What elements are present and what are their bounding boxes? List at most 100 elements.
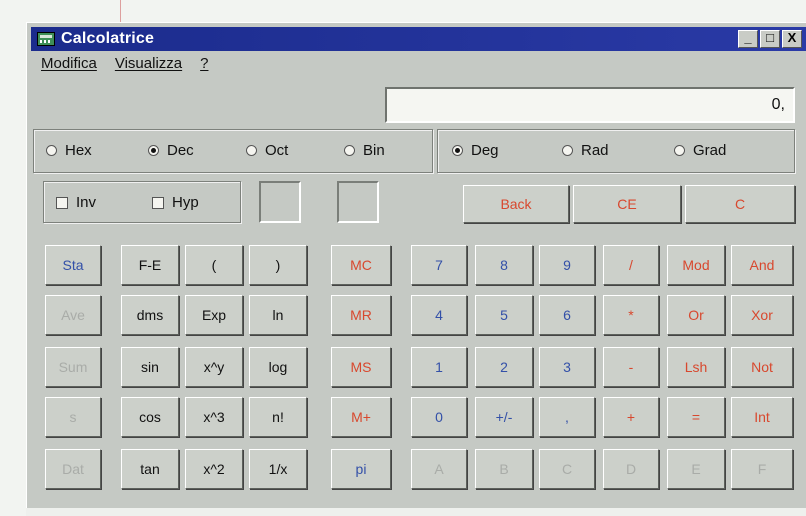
ave-button[interactable]: Ave — [45, 295, 101, 335]
mr-button[interactable]: MR — [331, 295, 391, 335]
radio-dec[interactable]: Dec — [148, 142, 194, 159]
checkbox-hyp-box — [152, 196, 164, 209]
pi-button[interactable]: pi — [331, 449, 391, 489]
radio-dec-label: Dec — [167, 142, 194, 159]
checkbox-hyp-label: Hyp — [172, 194, 199, 211]
radio-oct[interactable]: Oct — [246, 142, 288, 159]
maximize-button[interactable]: □ — [760, 30, 780, 48]
digit-2-button[interactable]: 2 — [475, 347, 533, 387]
int-button[interactable]: Int — [731, 397, 793, 437]
radio-dec-dot — [148, 145, 159, 156]
sta-button[interactable]: Sta — [45, 245, 101, 285]
angle-mode-group: Deg Rad Grad — [437, 129, 795, 173]
exp-button[interactable]: Exp — [185, 295, 243, 335]
close-paren-button[interactable]: ) — [249, 245, 307, 285]
radio-bin[interactable]: Bin — [344, 142, 385, 159]
sin-button[interactable]: sin — [121, 347, 179, 387]
add-button[interactable]: + — [603, 397, 659, 437]
or-button[interactable]: Or — [667, 295, 725, 335]
mc-button[interactable]: MC — [331, 245, 391, 285]
radio-deg-dot — [452, 145, 463, 156]
digit-1-button[interactable]: 1 — [411, 347, 467, 387]
digit-0-button[interactable]: 0 — [411, 397, 467, 437]
radio-oct-dot — [246, 145, 257, 156]
radio-deg-label: Deg — [471, 142, 499, 159]
power-button[interactable]: x^y — [185, 347, 243, 387]
log-button[interactable]: log — [249, 347, 307, 387]
menu-help[interactable]: ? — [200, 55, 208, 72]
menu-visualizza[interactable]: Visualizza — [115, 55, 182, 72]
radio-hex-label: Hex — [65, 142, 92, 159]
hex-e-button[interactable]: E — [667, 449, 725, 489]
radio-hex[interactable]: Hex — [46, 142, 92, 159]
radio-oct-label: Oct — [265, 142, 289, 159]
minimize-button[interactable]: _ — [738, 30, 758, 48]
cos-button[interactable]: cos — [121, 397, 179, 437]
cube-button[interactable]: x^3 — [185, 397, 243, 437]
m-plus-button[interactable]: M+ — [331, 397, 391, 437]
checkbox-inv-label: Inv — [76, 194, 97, 211]
c-button[interactable]: C — [685, 185, 795, 223]
radio-grad[interactable]: Grad — [674, 142, 726, 159]
back-button[interactable]: Back — [463, 185, 569, 223]
tan-button[interactable]: tan — [121, 449, 179, 489]
radio-bin-dot — [344, 145, 355, 156]
open-paren-button[interactable]: ( — [185, 245, 243, 285]
close-button[interactable]: X — [782, 30, 802, 48]
hex-b-button[interactable]: B — [475, 449, 533, 489]
calculator-icon — [37, 32, 55, 46]
number-system-group: Hex Dec Oct Bin — [33, 129, 433, 173]
digit-8-button[interactable]: 8 — [475, 245, 533, 285]
multiply-button[interactable]: * — [603, 295, 659, 335]
window-title: Calcolatrice — [61, 30, 155, 47]
not-button[interactable]: Not — [731, 347, 793, 387]
checkbox-hyp[interactable]: Hyp — [152, 194, 199, 211]
menu-modifica[interactable]: Modifica — [41, 55, 97, 72]
title-bar[interactable]: Calcolatrice _ □ X — [31, 27, 806, 51]
digit-9-button[interactable]: 9 — [539, 245, 595, 285]
radio-rad[interactable]: Rad — [562, 142, 609, 159]
digit-3-button[interactable]: 3 — [539, 347, 595, 387]
digit-6-button[interactable]: 6 — [539, 295, 595, 335]
s-button[interactable]: s — [45, 397, 101, 437]
reciprocal-button[interactable]: 1/x — [249, 449, 307, 489]
divide-button[interactable]: / — [603, 245, 659, 285]
radio-grad-dot — [674, 145, 685, 156]
fe-button[interactable]: F-E — [121, 245, 179, 285]
hex-d-button[interactable]: D — [603, 449, 659, 489]
radio-rad-label: Rad — [581, 142, 609, 159]
equals-button[interactable]: = — [667, 397, 725, 437]
lsh-button[interactable]: Lsh — [667, 347, 725, 387]
decimal-button[interactable]: , — [539, 397, 595, 437]
result-display[interactable]: 0, — [385, 87, 795, 123]
sign-button[interactable]: +/- — [475, 397, 533, 437]
digit-5-button[interactable]: 5 — [475, 295, 533, 335]
ms-button[interactable]: MS — [331, 347, 391, 387]
radio-deg[interactable]: Deg — [452, 142, 499, 159]
square-button[interactable]: x^2 — [185, 449, 243, 489]
dms-button[interactable]: dms — [121, 295, 179, 335]
radio-bin-label: Bin — [363, 142, 385, 159]
window-bottom-edge — [26, 508, 806, 516]
and-button[interactable]: And — [731, 245, 793, 285]
parenthesis-indicator — [259, 181, 301, 223]
inv-hyp-group: Inv Hyp — [43, 181, 241, 223]
hex-a-button[interactable]: A — [411, 449, 467, 489]
xor-button[interactable]: Xor — [731, 295, 793, 335]
checkbox-inv[interactable]: Inv — [56, 194, 96, 211]
factorial-button[interactable]: n! — [249, 397, 307, 437]
digit-4-button[interactable]: 4 — [411, 295, 467, 335]
radio-grad-label: Grad — [693, 142, 727, 159]
ce-button[interactable]: CE — [573, 185, 681, 223]
ln-button[interactable]: ln — [249, 295, 307, 335]
checkbox-inv-box — [56, 196, 68, 209]
hex-c-button[interactable]: C — [539, 449, 595, 489]
menu-bar: Modifica Visualizza ? — [41, 55, 208, 72]
mod-button[interactable]: Mod — [667, 245, 725, 285]
sum-button[interactable]: Sum — [45, 347, 101, 387]
dat-button[interactable]: Dat — [45, 449, 101, 489]
subtract-button[interactable]: - — [603, 347, 659, 387]
calculator-window: Calcolatrice _ □ X Modifica Visualizza ?… — [26, 22, 806, 516]
digit-7-button[interactable]: 7 — [411, 245, 467, 285]
hex-f-button[interactable]: F — [731, 449, 793, 489]
